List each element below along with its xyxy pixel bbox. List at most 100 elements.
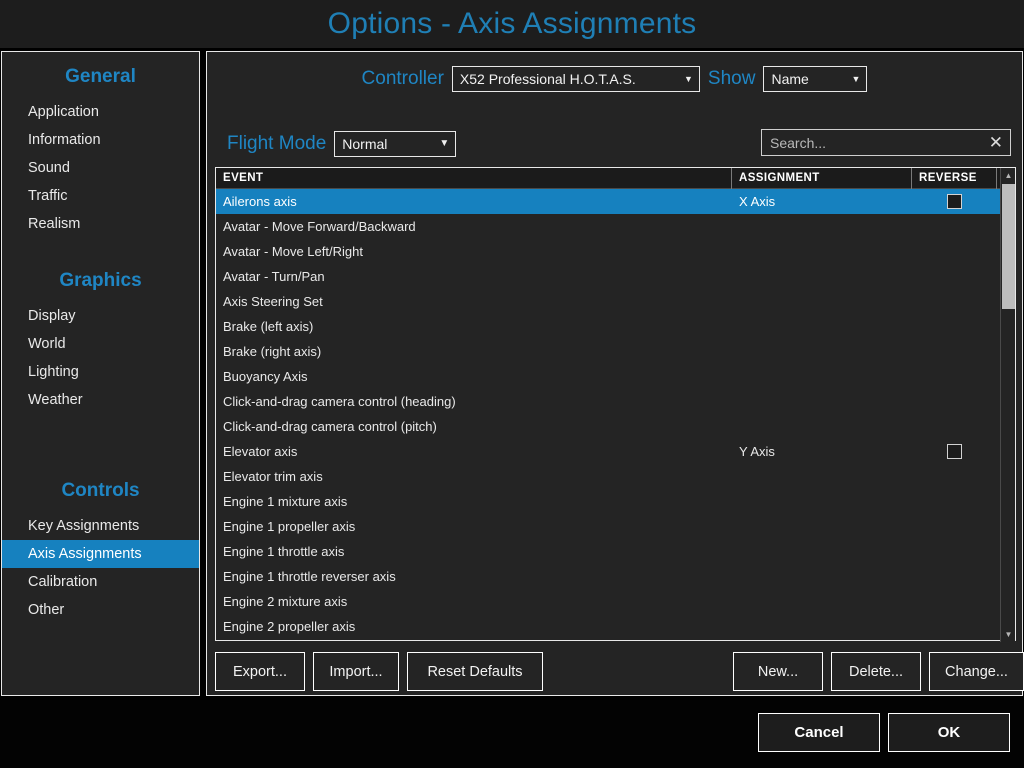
cell-event: Buoyancy Axis [216, 369, 732, 384]
column-header-event[interactable]: EVENT [216, 168, 732, 189]
table-action-bar: Export... Import... Reset Defaults New..… [215, 652, 1014, 692]
cell-event: Engine 2 mixture axis [216, 594, 732, 609]
flight-mode-row: Flight Mode Normal ▼ [227, 131, 456, 157]
sidebar-item-calibration[interactable]: Calibration [2, 568, 199, 596]
table-row[interactable]: Engine 1 throttle reverser axis [216, 564, 1015, 589]
show-select-value: Name [771, 71, 808, 87]
table-row[interactable]: Buoyancy Axis [216, 364, 1015, 389]
table-header: EVENT ASSIGNMENT REVERSE [216, 168, 1015, 189]
table-row[interactable]: Brake (left axis) [216, 314, 1015, 339]
cell-reverse [912, 194, 997, 209]
table-row[interactable]: Ailerons axisX Axis [216, 189, 1015, 214]
vertical-scrollbar[interactable]: ▲ ▼ [1000, 168, 1015, 642]
scrollbar-thumb[interactable] [1002, 184, 1015, 309]
search-input[interactable]: Search... ✕ [761, 129, 1011, 156]
change-button[interactable]: Change... [929, 652, 1024, 691]
sidebar-group-spacer [2, 238, 199, 256]
cell-event: Engine 1 propeller axis [216, 519, 732, 534]
cell-assignment: Y Axis [732, 444, 912, 459]
controller-select-value: X52 Professional H.O.T.A.S. [460, 71, 636, 87]
cell-event: Avatar - Move Left/Right [216, 244, 732, 259]
chevron-down-icon: ▼ [439, 139, 449, 149]
cell-event: Click-and-drag camera control (pitch) [216, 419, 732, 434]
caret-down-icon[interactable]: ▼ [1001, 627, 1016, 642]
new-button[interactable]: New... [733, 652, 823, 691]
sidebar-item-sound[interactable]: Sound [2, 154, 199, 182]
axis-assignments-table: EVENT ASSIGNMENT REVERSE Ailerons axisX … [215, 167, 1016, 641]
flight-mode-label: Flight Mode [227, 133, 326, 155]
table-row[interactable]: Avatar - Turn/Pan [216, 264, 1015, 289]
cell-event: Axis Steering Set [216, 294, 732, 309]
table-row[interactable]: Engine 1 throttle axis [216, 539, 1015, 564]
options-dialog: Options - Axis Assignments General Applic… [0, 0, 1024, 768]
sidebar-item-display[interactable]: Display [2, 302, 199, 330]
table-row[interactable]: Click-and-drag camera control (pitch) [216, 414, 1015, 439]
sidebar-group-spacer [2, 414, 199, 466]
delete-button[interactable]: Delete... [831, 652, 921, 691]
flight-mode-select[interactable]: Normal ▼ [334, 131, 456, 157]
sidebar-item-traffic[interactable]: Traffic [2, 182, 199, 210]
sidebar-item-world[interactable]: World [2, 330, 199, 358]
reverse-checkbox[interactable] [947, 194, 962, 209]
cell-event: Avatar - Move Forward/Backward [216, 219, 732, 234]
controller-select[interactable]: X52 Professional H.O.T.A.S. ▼ [452, 66, 700, 92]
table-row[interactable]: Engine 2 propeller axis [216, 614, 1015, 639]
show-select[interactable]: Name ▼ [763, 66, 867, 92]
table-row[interactable]: Elevator axisY Axis [216, 439, 1015, 464]
sidebar-item-lighting[interactable]: Lighting [2, 358, 199, 386]
sidebar-item-axis-assignments[interactable]: Axis Assignments [2, 540, 199, 568]
sidebar-item-realism[interactable]: Realism [2, 210, 199, 238]
sidebar-group-title-general: General [2, 66, 199, 88]
export-button[interactable]: Export... [215, 652, 305, 691]
import-button[interactable]: Import... [313, 652, 399, 691]
sidebar-item-key-assignments[interactable]: Key Assignments [2, 512, 199, 540]
cell-reverse [912, 444, 997, 459]
table-row[interactable]: Engine 1 mixture axis [216, 489, 1015, 514]
sidebar: General ApplicationInformationSoundTraffi… [1, 51, 200, 696]
cell-event: Click-and-drag camera control (heading) [216, 394, 732, 409]
content-panel: Controller X52 Professional H.O.T.A.S. ▼… [206, 51, 1023, 696]
controller-label: Controller [362, 68, 444, 90]
cell-event: Engine 1 throttle axis [216, 544, 732, 559]
cell-event: Elevator trim axis [216, 469, 732, 484]
table-row[interactable]: Engine 1 propeller axis [216, 514, 1015, 539]
cancel-button[interactable]: Cancel [758, 713, 880, 752]
show-label: Show [708, 68, 756, 90]
cell-event: Avatar - Turn/Pan [216, 269, 732, 284]
sidebar-group-title-graphics: Graphics [2, 270, 199, 292]
sidebar-item-application[interactable]: Application [2, 98, 199, 126]
chevron-down-icon: ▼ [684, 75, 693, 84]
caret-up-icon[interactable]: ▲ [1001, 168, 1016, 183]
cell-assignment: X Axis [732, 194, 912, 209]
table-row[interactable]: Avatar - Move Left/Right [216, 239, 1015, 264]
cell-event: Ailerons axis [216, 194, 732, 209]
sidebar-group-title-controls: Controls [2, 480, 199, 502]
cell-event: Elevator axis [216, 444, 732, 459]
sidebar-item-other[interactable]: Other [2, 596, 199, 624]
ok-button[interactable]: OK [888, 713, 1010, 752]
reverse-checkbox[interactable] [947, 444, 962, 459]
title-bar: Options - Axis Assignments [0, 0, 1024, 48]
reset-defaults-button[interactable]: Reset Defaults [407, 652, 543, 691]
chevron-down-icon: ▼ [852, 75, 861, 84]
table-row[interactable]: Brake (right axis) [216, 339, 1015, 364]
dialog-footer: Cancel OK [0, 700, 1024, 768]
cell-event: Engine 2 propeller axis [216, 619, 732, 634]
table-row[interactable]: Avatar - Move Forward/Backward [216, 214, 1015, 239]
close-icon[interactable]: ✕ [989, 134, 1003, 151]
flight-mode-select-value: Normal [342, 136, 387, 152]
sidebar-item-information[interactable]: Information [2, 126, 199, 154]
table-row[interactable]: Click-and-drag camera control (heading) [216, 389, 1015, 414]
cell-event: Engine 1 mixture axis [216, 494, 732, 509]
table-row[interactable]: Elevator trim axis [216, 464, 1015, 489]
cell-event: Brake (left axis) [216, 319, 732, 334]
column-header-reverse[interactable]: REVERSE [912, 168, 997, 189]
cell-event: Brake (right axis) [216, 344, 732, 359]
table-row[interactable]: Engine 2 mixture axis [216, 589, 1015, 614]
controller-row: Controller X52 Professional H.O.T.A.S. ▼… [207, 66, 1022, 92]
cell-event: Engine 1 throttle reverser axis [216, 569, 732, 584]
sidebar-item-weather[interactable]: Weather [2, 386, 199, 414]
page-title: Options - Axis Assignments [328, 7, 697, 41]
column-header-assignment[interactable]: ASSIGNMENT [732, 168, 912, 189]
table-row[interactable]: Axis Steering Set [216, 289, 1015, 314]
